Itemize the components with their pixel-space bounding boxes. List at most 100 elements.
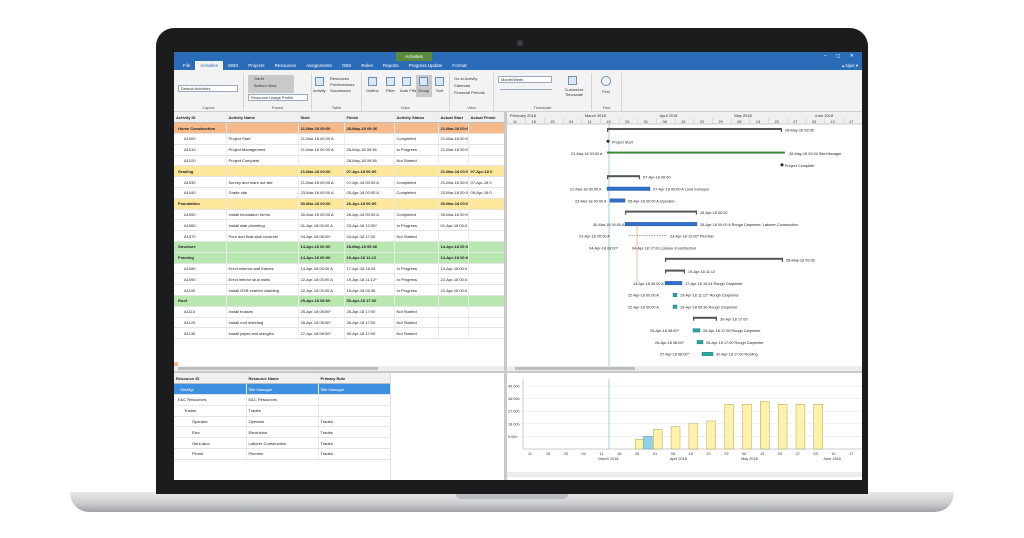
activity-row[interactable]: A1060 Install slab plumbing 01-Apr-18 00:0… — [174, 219, 504, 232]
activity-row[interactable]: A1110 Install trusses 25-Apr-18 08:00* 26-A… — [174, 306, 504, 318]
table-cell: 23-Mar-18 00:0 — [438, 187, 469, 199]
menu-tab-reports[interactable]: Reports — [378, 61, 404, 70]
table-cell: 26-Apr-18 00:00 A — [344, 209, 395, 221]
table-cell — [468, 155, 504, 167]
calendar-button[interactable]: Calendar — [454, 83, 470, 88]
activity-row[interactable]: A1130 Install paper and shingles 27-Apr-18… — [174, 327, 504, 340]
table-cell — [468, 219, 504, 232]
resource-row[interactable]: Trades Trades — [174, 405, 390, 417]
wbs-row[interactable]: Foundation 30-Mar-18 00:00 26-Apr-18 00:00… — [174, 198, 504, 210]
group-icon[interactable] — [419, 77, 428, 86]
histogram-week-label: 11 — [528, 452, 532, 456]
column-header[interactable]: Primary Role — [318, 373, 390, 385]
search-icon[interactable] — [601, 76, 611, 86]
table-cell — [468, 252, 504, 264]
wbs-row[interactable]: Grading 21-Mar-18 00:00 07-Apr-18 00:00 21-… — [174, 165, 504, 178]
pane-gantt[interactable]: Gantt — [254, 76, 264, 81]
activity-row[interactable]: A1030 Survey and mark out site 21-Mar-18 0… — [174, 176, 504, 189]
activity-row[interactable]: A1080 Erect exterior wall frames 14-Apr-18… — [174, 263, 504, 275]
column-header[interactable]: Resource ID — [174, 373, 247, 385]
histogram-bar — [643, 436, 653, 450]
column-header[interactable]: Activity Name — [226, 112, 299, 124]
layout-select[interactable]: Default Activities — [178, 85, 238, 92]
sort-icon[interactable] — [435, 77, 444, 86]
activity-row[interactable]: A1050 Install foundation forms 30-Mar-18 0… — [174, 209, 504, 221]
menu-tab-format[interactable]: Format — [447, 61, 471, 70]
column-header[interactable]: Finish — [344, 112, 395, 124]
menu-tab-obs[interactable]: OBS — [337, 61, 357, 70]
activity-table-icon[interactable] — [315, 77, 324, 86]
customize-timescale-button[interactable]: Customize Timescale — [560, 87, 588, 97]
filter-button[interactable]: Filter — [386, 88, 395, 93]
menu-tab-wbs[interactable]: WBS — [223, 61, 243, 70]
activity-row[interactable]: A1040 Grade site 23-Mar-18 00:00 A 05-Apr-1… — [174, 187, 504, 199]
resources-button[interactable]: Resources — [330, 76, 349, 81]
gantt-bar-label: Project Start — [612, 140, 634, 144]
find-button[interactable]: Find — [602, 89, 610, 94]
table-cell: Electrician — [246, 426, 319, 439]
timescale-slider[interactable] — [500, 89, 552, 90]
outline-icon[interactable] — [368, 77, 377, 86]
column-header[interactable]: Activity Status — [394, 112, 439, 124]
resource-row[interactable]: GenLabor Laborer-Construction Trades — [174, 437, 390, 450]
gantt-bar-label: 23-Mar-18 00:00 A — [575, 199, 607, 203]
menu-tab-roles[interactable]: Roles — [356, 61, 378, 70]
activity-row[interactable]: A1090 Erect interior stud walls 22-Apr-18 … — [174, 273, 504, 286]
pane-bottom-view[interactable]: Bottom View — [254, 83, 276, 88]
column-header[interactable]: Actual Finish — [468, 112, 504, 124]
gantt-month-label: March 2018 — [585, 113, 607, 118]
financial-periods-button[interactable]: Financial Periods — [454, 90, 485, 95]
table-cell: A1060 — [174, 219, 227, 232]
activity-row[interactable]: A1000 Project Start 21-Mar-18 00:00 A Compl… — [174, 133, 504, 145]
resource-row[interactable]: Elec Electrician Trades — [174, 426, 390, 439]
activity-row[interactable]: A1120 Install roof sheeting 26-Apr-18 08:0… — [174, 317, 504, 329]
column-header[interactable]: Actual Start — [438, 112, 469, 124]
menu-tab-file[interactable]: File — [178, 61, 195, 70]
outline-button[interactable]: Outline — [366, 88, 379, 93]
ribbon-group-label: Data — [401, 105, 410, 110]
table-cell: Operator — [246, 416, 319, 428]
wbs-row[interactable]: Roof 25-Apr-18 08:00 30-Apr-18 17:00 — [174, 295, 504, 307]
table-cell: 19-Apr-18 09:36 — [344, 284, 395, 297]
resource-row[interactable]: SiteMgr Site Manager Site Manager — [174, 383, 390, 396]
ribbon-group-table: Activity Resources Predecessors Successo… — [312, 73, 362, 111]
table-cell — [438, 230, 469, 243]
timescale-select[interactable]: Month/Week — [498, 76, 552, 83]
window-controls[interactable]: – ◻ ✕ — [824, 53, 858, 59]
group-button[interactable]: Group — [418, 88, 429, 93]
resource-row[interactable]: Plumb Plumber Trades — [174, 448, 390, 460]
go-to-activity-button[interactable]: Go to Activity — [454, 76, 477, 81]
wbs-row[interactable]: Home Construction 21-Mar-18 00:00 28-May-1… — [174, 122, 504, 135]
menu-tab-progress-update[interactable]: Progress Update — [404, 61, 448, 70]
resource-row[interactable]: Operator Operator Trades — [174, 416, 390, 428]
sort-button[interactable]: Sort — [436, 88, 443, 93]
auto-filter-icon[interactable] — [402, 77, 411, 86]
filter-icon[interactable] — [386, 77, 395, 86]
table-cell — [468, 317, 504, 329]
resource-row[interactable]: E&C Resources E&C Resources — [174, 394, 390, 406]
wbs-row[interactable]: Framing 14-Apr-18 00:00 19-Apr-18 11:12 14-… — [174, 252, 504, 264]
activity-row[interactable]: A1010 Project Management 21-Mar-18 00:00 A… — [174, 144, 504, 156]
activity-row[interactable]: A1100 Install OSB exterior cladding 22-Apr… — [174, 284, 504, 297]
menu-tab-projects[interactable]: Projects — [243, 61, 269, 70]
menu-tab-assignments[interactable]: Assignments — [301, 61, 337, 70]
menu-tab-activities[interactable]: Activities — [195, 61, 224, 70]
user-menu[interactable]: ▴ Njus ▾ — [842, 61, 858, 70]
wbs-row[interactable]: Structure 14-Apr-18 00:00 28-May-18 09:36 1… — [174, 241, 504, 253]
menu-tab-resources[interactable]: Resources — [270, 61, 302, 70]
table-cell — [394, 165, 439, 178]
activity-button[interactable]: Activity — [313, 88, 326, 93]
activity-row[interactable]: A1070 Pour and float slab concrete 04-Apr-… — [174, 230, 504, 243]
successors-button[interactable]: Successors — [330, 88, 351, 93]
predecessors-button[interactable]: Predecessors — [330, 82, 354, 87]
histogram-y-tick: 45.00h — [508, 385, 520, 389]
column-header[interactable]: Start — [298, 112, 345, 124]
table-cell: Install OSB exterior cladding — [226, 284, 299, 297]
bottom-view-select[interactable]: Resource Usage Profile — [248, 94, 308, 101]
table-cell: 04-Apr-18 08:00* — [298, 230, 345, 243]
customize-timescale-icon[interactable] — [568, 76, 577, 85]
activity-row[interactable]: A1020 Project Complete 28-May-18 09:36 Not … — [174, 155, 504, 167]
table-cell: In Progress — [394, 273, 439, 286]
column-header[interactable]: Resource Name — [246, 373, 319, 385]
column-header[interactable]: Activity ID — [174, 112, 227, 124]
